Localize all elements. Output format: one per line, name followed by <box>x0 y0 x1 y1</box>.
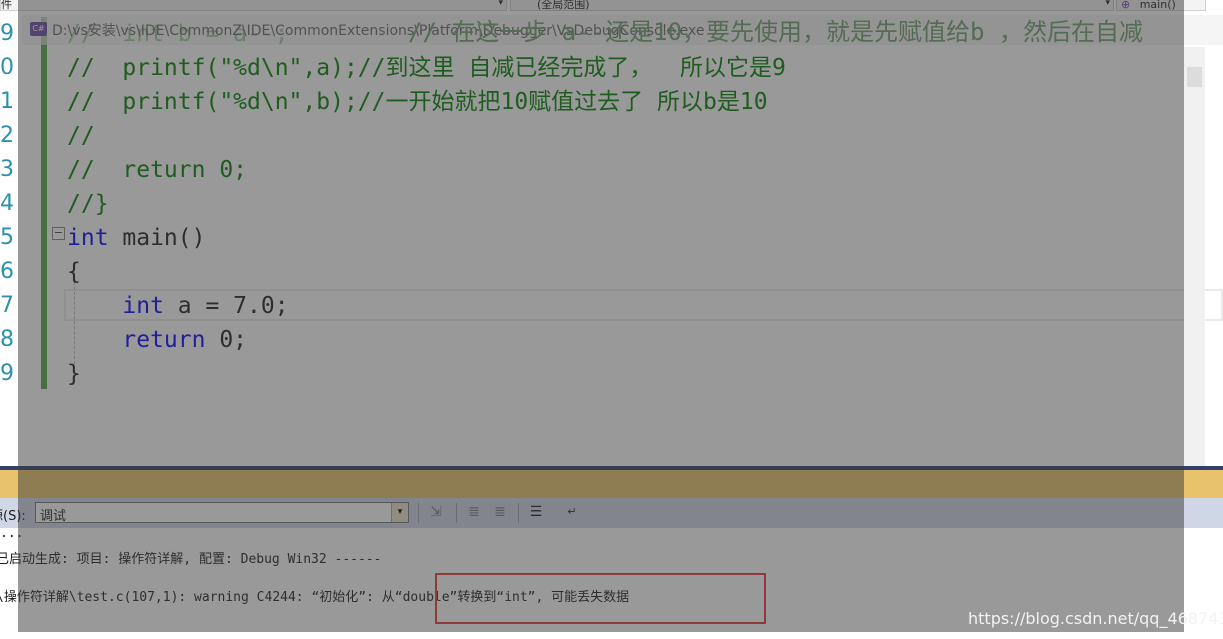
prev-message-icon[interactable]: ≣ <box>464 502 484 522</box>
source-label: 源(S): <box>0 509 26 524</box>
find-message-icon[interactable]: ⇲ <box>426 502 446 522</box>
member-dropdown-value: main() <box>1139 0 1176 11</box>
code-line[interactable]: // <box>67 119 95 153</box>
code-keyword: int <box>122 293 164 319</box>
code-line[interactable]: // return 0; <box>67 153 247 187</box>
watermark: https://blog.csdn.net/qq_46874327 <box>968 609 1223 628</box>
word-wrap-icon[interactable]: ↵ <box>562 502 582 522</box>
toolbar-separator <box>518 503 519 523</box>
function-icon: ⊕ <box>1121 0 1131 11</box>
change-tracking-bar <box>41 17 47 389</box>
code-line[interactable]: return 0; <box>67 323 247 357</box>
code-text: a = 7.0; <box>163 293 289 319</box>
code-text: 0; <box>205 327 248 353</box>
line-number: 7 <box>0 293 14 318</box>
code-line[interactable]: // printf("%d\n",b);//一开始就把10赋值过去了 所以b是1… <box>67 85 768 119</box>
overlay-comment: // 在这一步 a--还是10，要先使用，就是先赋值给b ，然后在自减 <box>408 18 1143 46</box>
code-text: { <box>67 259 81 285</box>
member-dropdown[interactable]: ⊕ main() <box>1116 0 1206 11</box>
code-text: } <box>67 361 81 387</box>
toolbar-separator <box>418 503 419 523</box>
code-comment: // printf("%d\n",b);//一开始就把10赋值过去了 所以b是1… <box>67 89 768 115</box>
code-editor[interactable]: 件 ▾ (全局范围) ▾ ⊕ main() 9 0 1 2 3 4 5 6 7 8 9 − // i… <box>0 0 1223 466</box>
project-dropdown[interactable]: 件 ▾ <box>0 0 507 11</box>
scrollbar-thumb[interactable] <box>1187 67 1202 87</box>
output-line: ... <box>0 526 24 541</box>
scope-dropdown-value: (全局范围) <box>537 0 590 11</box>
line-number: 5 <box>0 225 14 250</box>
output-panel-titlebar <box>0 470 1223 498</box>
code-line[interactable]: { <box>67 255 81 289</box>
line-number: 8 <box>0 327 14 352</box>
line-number: 4 <box>0 191 14 216</box>
project-dropdown-value: 件 <box>1 0 12 11</box>
line-number: 6 <box>0 259 14 284</box>
code-comment: // printf("%d\n",a);//到这里 自减已经完成了， 所以它是9 <box>67 55 786 81</box>
console-app-icon: C# <box>30 22 47 36</box>
line-number: 9 <box>0 21 14 46</box>
line-number: 9 <box>0 361 14 386</box>
code-line[interactable]: int a = 7.0; <box>67 289 289 323</box>
scope-dropdown[interactable]: (全局范围) ▾ <box>510 0 1114 11</box>
code-line[interactable]: } <box>67 357 81 391</box>
line-number: 1 <box>0 89 14 114</box>
code-comment: // <box>67 123 95 149</box>
chevron-down-icon: ▾ <box>498 0 503 8</box>
line-number: 2 <box>0 123 14 148</box>
warning-highlight-box <box>435 573 766 624</box>
chevron-down-icon: ▾ <box>1105 0 1110 8</box>
output-toolbar: 源(S): 调试 ▾ ⇲ ≣ ≣ ☰ ↵ <box>0 498 1223 528</box>
toolbar-separator <box>456 503 457 523</box>
code-text: main() <box>108 225 206 251</box>
line-number: 3 <box>0 157 14 182</box>
vertical-scrollbar[interactable] <box>1184 47 1205 466</box>
source-select-value: 调试 <box>40 509 67 524</box>
source-select[interactable]: 调试 ▾ <box>35 502 409 524</box>
code-line[interactable]: // printf("%d\n",a);//到这里 自减已经完成了， 所以它是9 <box>67 51 786 85</box>
output-line: 已启动生成: 项目: 操作符详解, 配置: Debug Win32 ------ <box>0 552 382 567</box>
clear-all-icon[interactable]: ☰ <box>526 502 546 522</box>
code-keyword: int <box>67 225 109 251</box>
next-message-icon[interactable]: ≣ <box>490 502 510 522</box>
collapse-toggle[interactable]: − <box>52 227 65 240</box>
chevron-down-icon[interactable]: ▾ <box>391 503 408 522</box>
code-line[interactable]: int main() <box>67 221 205 255</box>
code-comment: // return 0; <box>67 157 248 183</box>
code-line[interactable]: //} <box>67 187 109 221</box>
line-number: 0 <box>0 55 14 80</box>
code-comment: //} <box>67 191 109 217</box>
code-keyword: return <box>122 327 206 353</box>
